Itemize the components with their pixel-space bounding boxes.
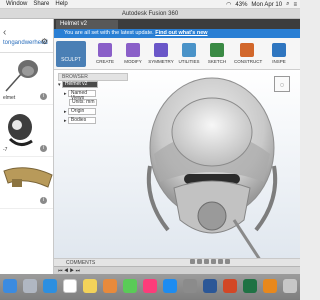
sketch-icon <box>210 43 224 57</box>
info-icon[interactable]: i <box>40 197 47 204</box>
fusion-dock-icon[interactable] <box>263 279 277 293</box>
inspect-button[interactable]: INSPE <box>266 40 292 68</box>
utilities-button[interactable]: UTILITIES <box>176 40 202 68</box>
inspect-label: INSPE <box>272 59 286 64</box>
powerpoint-dock-icon[interactable] <box>223 279 237 293</box>
helmet-model[interactable] <box>124 70 300 266</box>
browser-bodies[interactable]: ▸ Bodies <box>58 117 128 126</box>
view-cube[interactable]: ◻ <box>274 76 290 92</box>
workspace-label: SCULPT <box>61 57 81 63</box>
utilities-label: UTILITIES <box>178 59 200 64</box>
trash-dock-icon[interactable] <box>283 279 297 293</box>
menu-bar: Window Share Help ◠ 43% Mon Apr 10 ⌕ ≡ <box>0 0 300 9</box>
excel-dock-icon[interactable] <box>243 279 257 293</box>
browser-root[interactable]: ▾ Helmet v2 <box>58 81 128 90</box>
launchpad-dock-icon[interactable] <box>23 279 37 293</box>
construct-icon <box>240 43 254 57</box>
data-item[interactable]: -7 i <box>0 105 53 157</box>
workspace-switcher[interactable]: SCULPT <box>56 41 86 67</box>
update-banner: You are all set with the latest update. … <box>54 29 300 38</box>
menu-share[interactable]: Share <box>33 1 49 7</box>
grid-icon[interactable] <box>225 259 230 264</box>
screen: Window Share Help ◠ 43% Mon Apr 10 ⌕ ≡ A… <box>0 0 300 300</box>
sketch-label: SKETCH <box>207 59 227 64</box>
word-dock-icon[interactable] <box>203 279 217 293</box>
comments-bar[interactable]: COMMENTS <box>54 258 300 266</box>
create-button[interactable]: CREATE <box>92 40 118 68</box>
display-settings-icon[interactable] <box>218 259 223 264</box>
music-dock-icon[interactable] <box>143 279 157 293</box>
construct-button[interactable]: CONSTRUCT <box>234 40 263 68</box>
data-panel-header: ‹ tongandwerheed ⚙ <box>0 19 53 53</box>
battery-percent[interactable]: 43% <box>235 2 247 8</box>
navigation-tools <box>190 259 230 265</box>
browser-named-views[interactable]: ▸ Named Views <box>58 90 128 101</box>
units-label: Units: mm <box>69 99 97 107</box>
modify-icon <box>126 43 140 57</box>
status-area: ◠ 43% Mon Apr 10 ⌕ ≡ <box>226 0 297 9</box>
browser-origin[interactable]: ▸ Origin <box>58 108 128 117</box>
clock[interactable]: Mon Apr 10 <box>251 2 282 8</box>
messages-dock-icon[interactable] <box>123 279 137 293</box>
utilities-icon <box>182 43 196 57</box>
symmetry-label: SYMMETRY <box>148 59 174 64</box>
canvas-viewport[interactable]: BROWSER ▾ Helmet v2 ▸ Named Views Units:… <box>54 70 300 266</box>
fit-icon[interactable] <box>211 259 216 264</box>
symmetry-button[interactable]: SYMMETRY <box>148 40 174 68</box>
tab-helmet[interactable]: Helmet v2 <box>56 20 118 29</box>
whats-new-link[interactable]: Find out what's new <box>155 30 207 36</box>
calendar-dock-icon[interactable] <box>63 279 77 293</box>
menu-help[interactable]: Help <box>55 1 67 7</box>
appstore-dock-icon[interactable] <box>163 279 177 293</box>
notes-dock-icon[interactable] <box>83 279 97 293</box>
create-label: CREATE <box>96 59 114 64</box>
modify-button[interactable]: MODIFY <box>120 40 146 68</box>
back-icon[interactable]: ‹ <box>3 27 6 38</box>
orbit-icon[interactable] <box>190 259 195 264</box>
wifi-icon[interactable]: ◠ <box>226 1 231 8</box>
safari-dock-icon[interactable] <box>43 279 57 293</box>
inspect-icon <box>272 43 286 57</box>
zoom-icon[interactable] <box>204 259 209 264</box>
menu-list-icon[interactable]: ≡ <box>293 2 297 8</box>
photos-dock-icon[interactable] <box>103 279 117 293</box>
data-item[interactable]: i <box>0 157 53 209</box>
banner-text: You are all set with the latest update. <box>64 30 154 36</box>
origin-label: Origin <box>67 108 96 116</box>
bodies-label: Bodies <box>67 117 96 125</box>
root-label: Helmet v2 <box>61 81 98 89</box>
item-caption: -7 <box>3 147 8 153</box>
item-caption: elmet <box>3 95 16 101</box>
finder-dock-icon[interactable] <box>3 279 17 293</box>
data-panel: ‹ tongandwerheed ⚙ elmet i -7 i i <box>0 19 54 274</box>
dock <box>0 274 300 300</box>
tab-label: Helmet v2 <box>60 21 88 27</box>
menu-window[interactable]: Window <box>6 1 27 7</box>
data-item[interactable]: elmet i <box>0 53 53 105</box>
create-icon <box>98 43 112 57</box>
browser-tree: ▾ Helmet v2 ▸ Named Views Units: mm ▸ Or… <box>58 81 128 126</box>
sketch-button[interactable]: SKETCH <box>204 40 230 68</box>
browser-header[interactable]: BROWSER <box>58 73 128 81</box>
toolbar: SCULPT CREATE MODIFY SYMMETRY UTILITIES … <box>54 38 300 70</box>
settings-dock-icon[interactable] <box>183 279 197 293</box>
info-icon[interactable]: i <box>40 93 47 100</box>
timeline[interactable]: ⏮ ◀ ▶ ⏭ <box>54 266 300 274</box>
browser-units[interactable]: Units: mm <box>58 99 128 108</box>
pan-icon[interactable] <box>197 259 202 264</box>
search-icon[interactable]: ⌕ <box>286 1 289 8</box>
info-icon[interactable]: i <box>40 145 47 152</box>
symmetry-icon <box>154 43 168 57</box>
gear-icon[interactable]: ⚙ <box>41 37 48 46</box>
browser-title: BROWSER <box>62 74 88 80</box>
modify-label: MODIFY <box>124 59 142 64</box>
window-title: Autodesk Fusion 360 <box>0 9 300 19</box>
tab-bar: Helmet v2 <box>54 19 300 29</box>
construct-label: CONSTRUCT <box>234 59 263 64</box>
named-views-label: Named Views <box>67 90 96 101</box>
